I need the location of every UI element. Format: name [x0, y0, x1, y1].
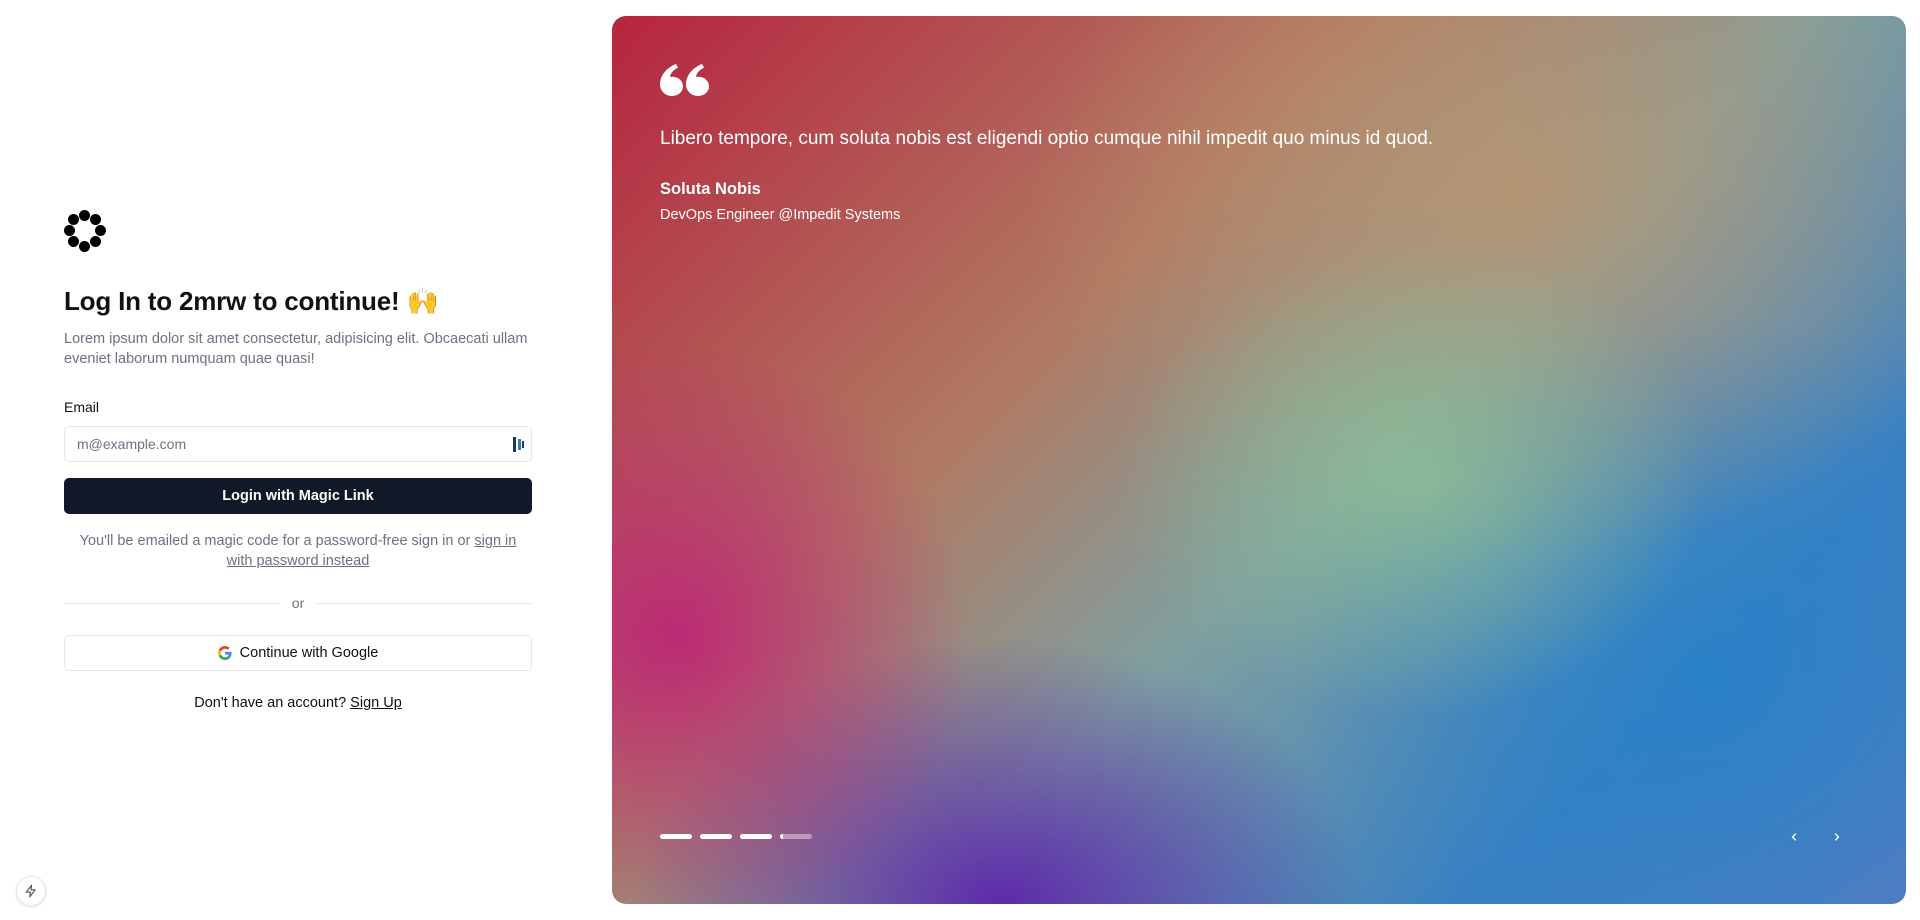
google-button-label: Continue with Google — [239, 645, 379, 661]
divider-line-right — [316, 602, 533, 604]
testimonial-quote: Libero tempore, cum soluta nobis est eli… — [660, 128, 1434, 149]
magic-link-note: You'll be emailed a magic code for a pas… — [64, 531, 532, 571]
testimonial-panel: Libero tempore, cum soluta nobis est eli… — [612, 16, 1906, 904]
previous-slide-button[interactable] — [1784, 827, 1804, 847]
page-title: Log In to 2mrw to continue! 🙌 — [64, 286, 439, 316]
signup-prompt: Don't have an account? Sign Up — [64, 695, 532, 711]
email-input[interactable] — [65, 427, 531, 461]
slide-indicator-2[interactable] — [700, 834, 732, 839]
slide-indicator-4[interactable] — [780, 834, 812, 839]
quote-icon — [660, 64, 709, 96]
testimonial-author: Soluta Nobis — [660, 180, 761, 198]
google-icon — [217, 646, 232, 660]
slide-indicator-3[interactable] — [740, 834, 772, 839]
chevron-left-icon — [1791, 833, 1797, 841]
dev-tools-button[interactable] — [16, 876, 46, 906]
login-form: Log In to 2mrw to continue! 🙌 Lorem ipsu… — [64, 210, 533, 711]
page-subtitle: Lorem ipsum dolor sit amet consectetur, … — [64, 331, 528, 367]
slide-indicators — [660, 834, 812, 839]
google-signin-button[interactable]: Continue with Google — [64, 635, 532, 671]
signup-text: Don't have an account? — [194, 695, 351, 711]
magic-link-button[interactable]: Login with Magic Link — [64, 478, 532, 514]
or-divider: or — [64, 595, 533, 611]
signup-link[interactable]: Sign Up — [350, 695, 402, 711]
divider-line-left — [64, 602, 280, 604]
testimonial-role: DevOps Engineer @Impedit Systems — [660, 207, 901, 223]
email-field-wrapper — [64, 426, 532, 462]
next-slide-button[interactable] — [1827, 827, 1847, 847]
divider-text: or — [291, 595, 305, 611]
note-text: You'll be emailed a magic code for a pas… — [79, 533, 475, 549]
slide-indicator-1[interactable] — [660, 834, 692, 839]
lightning-icon — [25, 884, 36, 898]
logo-icon — [64, 210, 106, 252]
email-label: Email — [64, 399, 100, 415]
chevron-right-icon — [1834, 833, 1840, 841]
password-manager-icon[interactable] — [513, 437, 525, 452]
